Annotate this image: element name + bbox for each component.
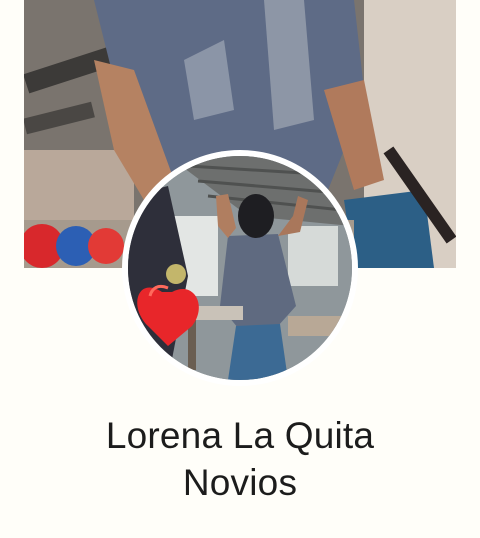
profile-name-line-2: Novios [182,462,298,503]
profile-name: Lorena La Quita Novios [0,412,480,506]
profile-name-line-1: Lorena La Quita [105,415,375,456]
profile-header: Lorena La Quita Novios [0,0,480,538]
profile-avatar[interactable] [128,156,352,380]
